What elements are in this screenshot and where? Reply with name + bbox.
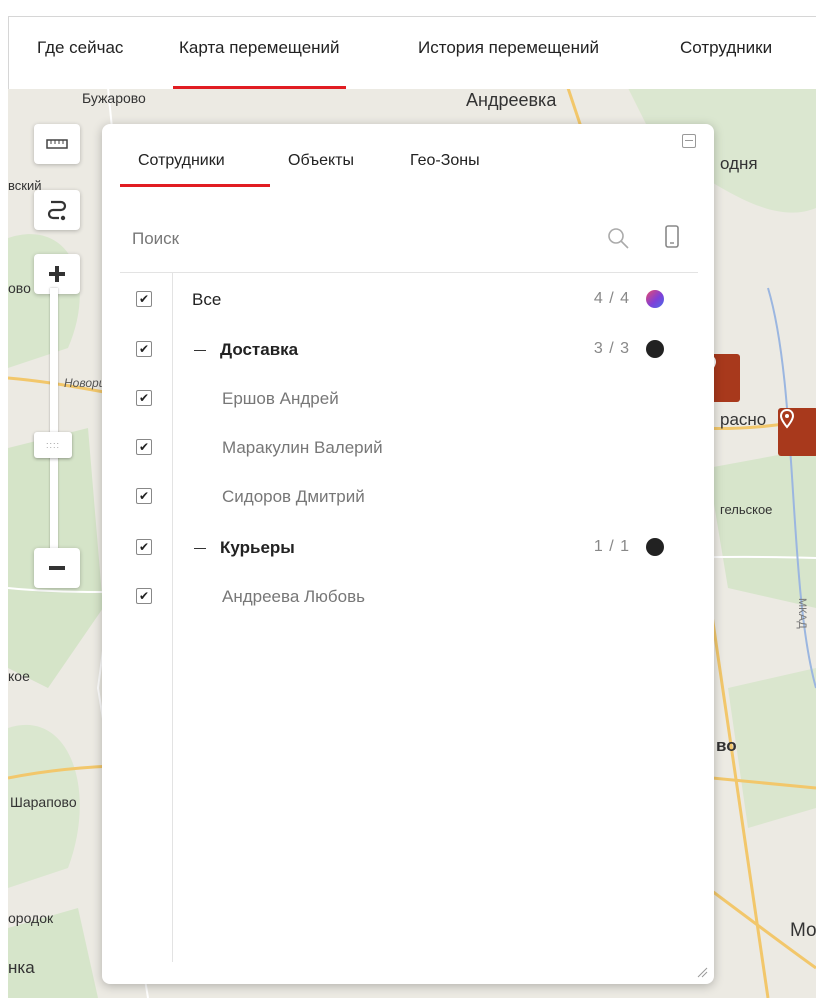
map-label: МКАД: [796, 598, 808, 629]
mobile-phone-icon[interactable]: [664, 224, 680, 250]
panel-tab-objects[interactable]: Объекты: [288, 152, 354, 170]
plus-icon: [49, 266, 65, 282]
minus-icon: [49, 566, 65, 570]
list-item[interactable]: Маракулин Валерий: [102, 428, 714, 468]
map-label: во: [716, 736, 737, 755]
tab-movement-history[interactable]: История перемещений: [418, 17, 599, 89]
list-item[interactable]: Андреева Любовь: [102, 577, 714, 617]
map-label: Новори: [64, 376, 106, 390]
divider: [120, 272, 698, 273]
tab-movement-map[interactable]: Карта перемещений: [173, 17, 346, 89]
list-item[interactable]: Ершов Андрей: [102, 379, 714, 419]
map-label: Бужарово: [82, 90, 146, 106]
map-label: ородок: [8, 910, 54, 926]
location-pin[interactable]: [778, 408, 816, 456]
map-label: нка: [8, 958, 35, 977]
map-label: Шарапово: [10, 794, 77, 810]
active-tab-indicator: [120, 184, 270, 187]
group-label: Доставка: [220, 340, 299, 359]
list-item-group[interactable]: Курьеры 1 / 1: [102, 528, 714, 568]
list-item[interactable]: Сидоров Дмитрий: [102, 477, 714, 517]
map-marker-icon: [779, 408, 795, 429]
map-label: одня: [720, 154, 758, 173]
map-label: кое: [8, 668, 30, 684]
map-label: Мо: [790, 920, 816, 941]
search-input[interactable]: [130, 220, 554, 258]
count-badge: 1 / 1: [593, 538, 630, 555]
list-item-all[interactable]: Все 4 / 4: [102, 280, 714, 320]
divider: [172, 272, 173, 962]
checkbox[interactable]: [136, 341, 152, 357]
ruler-button[interactable]: [34, 124, 80, 164]
employees-panel: Сотрудники Объекты Гео-Зоны Все 4 / 4 До…: [102, 124, 714, 984]
employee-name: Ершов Андрей: [222, 389, 339, 408]
map-label: расно: [720, 410, 767, 429]
map-label: Андреевка: [466, 90, 557, 110]
checkbox[interactable]: [136, 291, 152, 307]
collapse-panel-button[interactable]: [682, 134, 696, 148]
employee-name: Сидоров Дмитрий: [222, 487, 365, 506]
color-dot[interactable]: [646, 340, 664, 358]
checkbox[interactable]: [136, 390, 152, 406]
map-label: гельское: [720, 502, 773, 517]
tab-employees[interactable]: Сотрудники: [680, 17, 772, 89]
route-icon: [47, 200, 67, 221]
collapse-dash-icon[interactable]: [194, 548, 206, 549]
route-button[interactable]: [34, 190, 80, 230]
zoom-slider-track[interactable]: [50, 288, 58, 556]
search-icon[interactable]: [606, 226, 630, 250]
panel-tab-geozones[interactable]: Гео-Зоны: [410, 152, 480, 170]
zoom-out-button[interactable]: [34, 548, 80, 588]
panel-tab-employees[interactable]: Сотрудники: [138, 152, 225, 170]
list-item-label: Все: [192, 290, 222, 309]
group-label: Курьеры: [220, 538, 295, 557]
employee-name: Маракулин Валерий: [222, 438, 383, 457]
resize-handle-icon[interactable]: [696, 966, 708, 978]
list-item-group[interactable]: Доставка 3 / 3: [102, 330, 714, 370]
tab-where-now[interactable]: Где сейчас: [37, 17, 123, 89]
count-badge: 3 / 3: [593, 340, 630, 357]
checkbox[interactable]: [136, 588, 152, 604]
count-badge: 4 / 4: [593, 290, 630, 307]
map-label: ово: [8, 280, 31, 296]
ruler-icon: [46, 139, 68, 149]
checkbox[interactable]: [136, 439, 152, 455]
collapse-dash-icon[interactable]: [194, 350, 206, 351]
checkbox[interactable]: [136, 539, 152, 555]
zoom-slider-handle[interactable]: ::::: [34, 432, 72, 458]
color-dot[interactable]: [646, 538, 664, 556]
top-nav: Где сейчас Карта перемещений История пер…: [8, 16, 816, 89]
checkbox[interactable]: [136, 488, 152, 504]
color-dot[interactable]: [646, 290, 664, 308]
employee-name: Андреева Любовь: [222, 587, 366, 606]
